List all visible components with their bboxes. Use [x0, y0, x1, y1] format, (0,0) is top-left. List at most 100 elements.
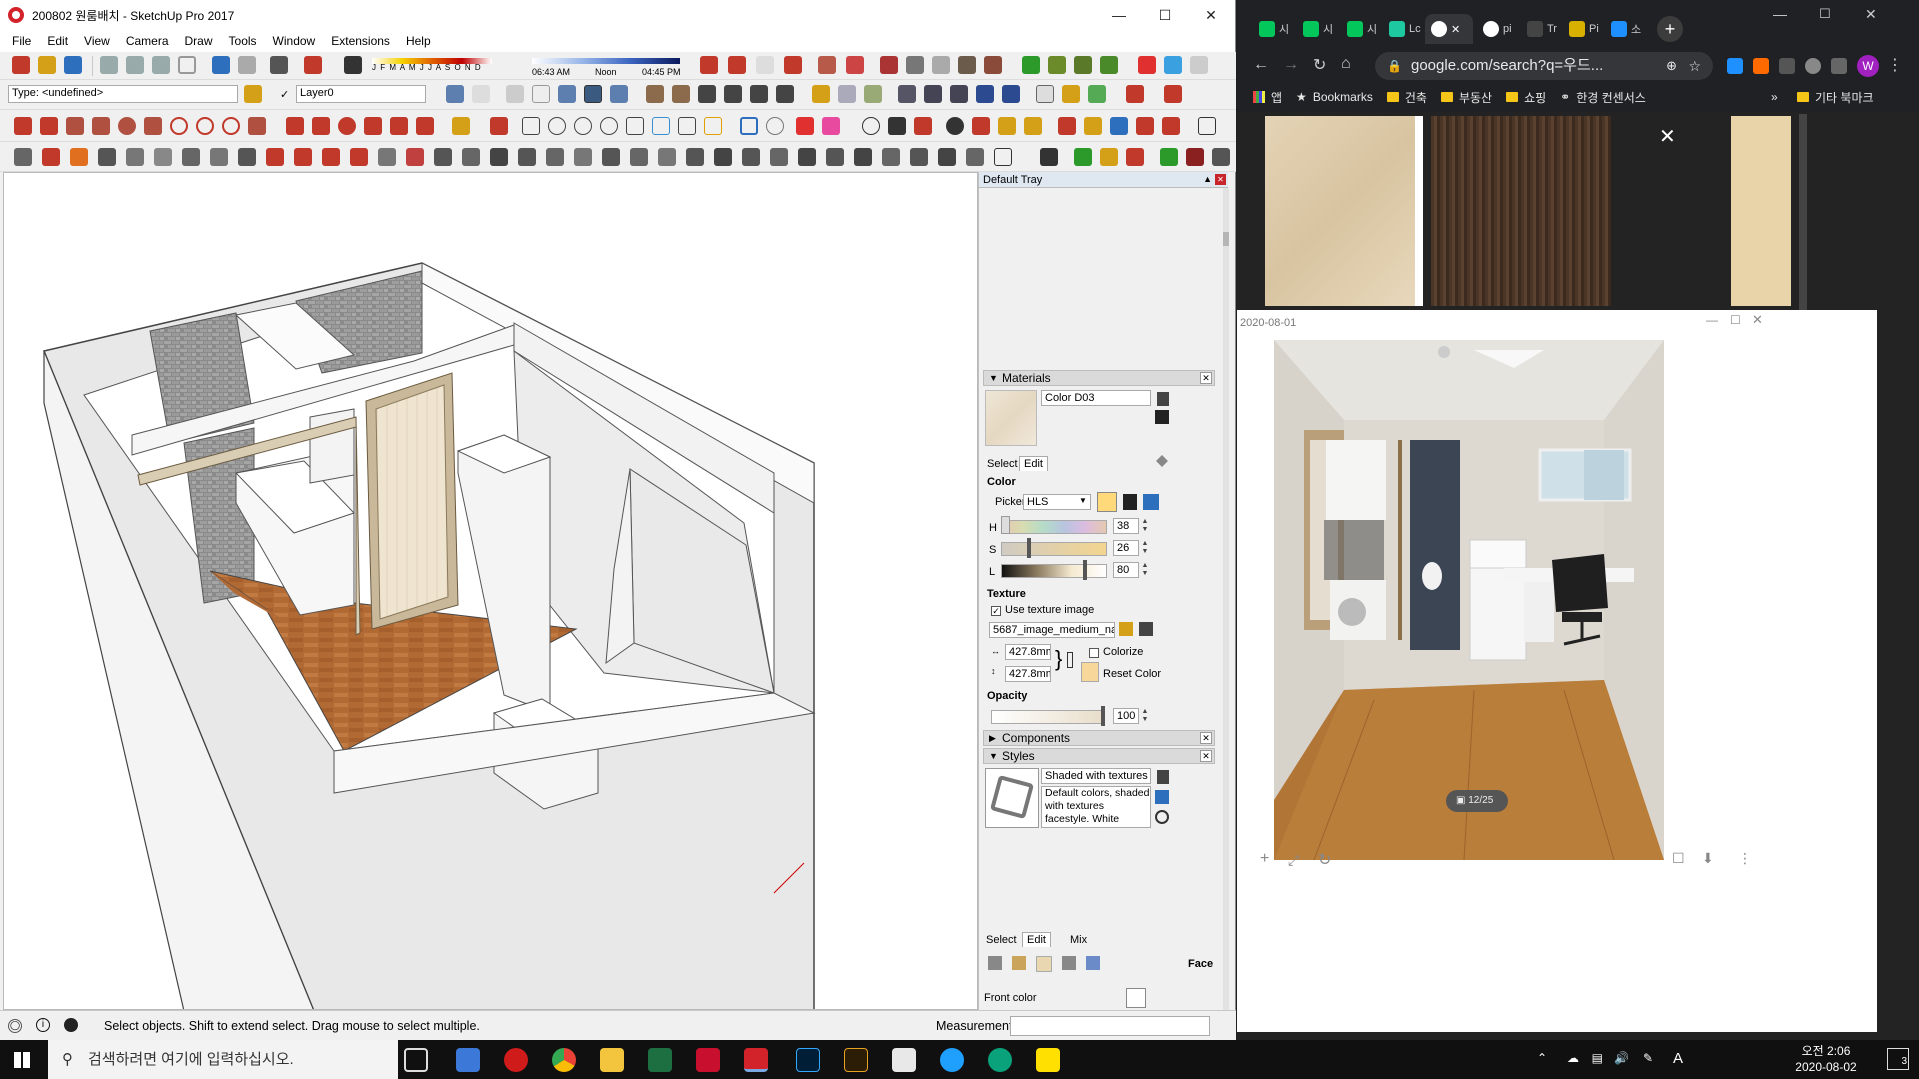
erase-icon[interactable] — [178, 56, 196, 74]
viewer-close-button[interactable]: ✕ — [1752, 312, 1763, 328]
s-spinner[interactable]: ▲ ▼ — [1139, 540, 1151, 556]
warehouse-icon[interactable] — [1022, 56, 1040, 74]
menu-file[interactable]: File — [4, 34, 39, 48]
style-name-field[interactable]: Shaded with textures — [1041, 768, 1151, 784]
next-arrow-icon[interactable] — [1198, 117, 1216, 135]
style-builder-icon[interactable] — [1164, 56, 1182, 74]
section-display-icon[interactable] — [728, 56, 746, 74]
photoshop-icon[interactable] — [796, 1048, 820, 1072]
h-value-field[interactable]: 38 — [1113, 518, 1139, 534]
tab-4[interactable]: Lc — [1383, 14, 1423, 44]
plugin-tool-37-icon[interactable] — [1040, 148, 1058, 166]
section-plane-icon[interactable] — [700, 56, 718, 74]
menu-edit[interactable]: Edit — [39, 34, 76, 48]
plugin-tool-10-icon[interactable] — [266, 148, 284, 166]
share-model-icon[interactable] — [1048, 56, 1066, 74]
freehand-tool-icon[interactable] — [40, 117, 58, 135]
measurements-input[interactable] — [1010, 1016, 1210, 1036]
texture-file-field[interactable]: 5687_image_medium_name_20 — [989, 622, 1115, 638]
redo-icon[interactable] — [238, 56, 256, 74]
plugin-tool-20-icon[interactable] — [546, 148, 564, 166]
paint-bucket-icon[interactable] — [822, 117, 840, 135]
tab-1[interactable]: 시 — [1253, 14, 1293, 44]
plugin-tool-7-icon[interactable] — [182, 148, 200, 166]
use-texture-checkbox[interactable]: ✓ — [991, 606, 1001, 616]
plugin-tool-41-icon[interactable] — [1160, 148, 1178, 166]
app-green-icon[interactable] — [988, 1048, 1012, 1072]
chrome-minimize-button[interactable]: — — [1773, 6, 1787, 22]
shaded-icon[interactable] — [558, 85, 576, 103]
follow-me-icon[interactable] — [364, 117, 382, 135]
match-screen-color-icon[interactable] — [1143, 494, 1159, 510]
display-secondary-icon[interactable] — [1155, 410, 1169, 424]
plugin-tool-4-icon[interactable] — [98, 148, 116, 166]
modeling-settings-icon[interactable] — [1086, 956, 1100, 970]
pin-icon[interactable]: ▲ — [1203, 174, 1212, 184]
rectangle-tool-icon[interactable] — [66, 117, 84, 135]
select-fence-icon[interactable] — [740, 117, 758, 135]
polygon-tool-icon[interactable] — [144, 117, 162, 135]
previous-view-icon[interactable] — [1084, 117, 1102, 135]
bookmarks-overflow-icon[interactable]: » — [1771, 90, 1778, 104]
lightness-slider[interactable] — [1001, 564, 1107, 578]
bookmark-bookmarks[interactable]: ★ Bookmarks — [1296, 90, 1373, 104]
materials-tab-edit[interactable]: Edit — [1019, 456, 1048, 471]
reset-color-label[interactable]: Reset Color — [1103, 668, 1161, 680]
save-icon[interactable] — [64, 56, 82, 74]
viewer-download-icon[interactable]: ⬇ — [1702, 850, 1714, 867]
create-material-icon[interactable] — [1157, 392, 1169, 406]
extension-4-icon[interactable] — [1805, 58, 1821, 74]
edge-settings-icon[interactable] — [988, 956, 1002, 970]
forward-icon[interactable]: → — [1283, 56, 1299, 74]
plugin-tool-6-icon[interactable] — [154, 148, 172, 166]
tape-measure-icon[interactable] — [452, 117, 470, 135]
move-tool-icon[interactable] — [286, 117, 304, 135]
close-button[interactable]: ✕ — [1188, 0, 1234, 30]
watermark-settings-icon[interactable] — [1062, 956, 1076, 970]
cut-icon[interactable] — [100, 56, 118, 74]
network-icon[interactable]: ▤ — [1592, 1051, 1603, 1065]
user-icon[interactable] — [64, 1018, 78, 1032]
hue-slider[interactable] — [1001, 520, 1107, 534]
plugin-tool-31-icon[interactable] — [854, 148, 872, 166]
extension-3-icon[interactable] — [1779, 58, 1795, 74]
plugin-tool-16-icon[interactable] — [434, 148, 452, 166]
geo-icon[interactable]: ◯ — [8, 1019, 22, 1033]
create-style-icon[interactable] — [1157, 770, 1169, 784]
sketchup-taskbar-icon[interactable] — [744, 1048, 768, 1072]
plugin-tool-24-icon[interactable] — [658, 148, 676, 166]
interact-icon[interactable] — [1164, 85, 1182, 103]
offset-tool-icon[interactable] — [416, 117, 434, 135]
tab-active[interactable]: ✕ — [1425, 14, 1473, 44]
address-bar[interactable]: 🔒 google.com/search?q=우드... ⊕ ☆ — [1375, 52, 1713, 80]
task-view-icon[interactable] — [404, 1048, 428, 1072]
home-icon[interactable]: ⌂ — [1341, 55, 1351, 73]
l-spinner[interactable]: ▲ ▼ — [1139, 562, 1151, 578]
arc-tool-icon[interactable] — [170, 117, 188, 135]
lightness-slider-thumb[interactable] — [1083, 560, 1087, 580]
solid-union-icon[interactable] — [898, 85, 916, 103]
time-slider[interactable] — [532, 58, 680, 64]
maximize-button[interactable]: ☐ — [1142, 0, 1188, 30]
plugin-tool-21-icon[interactable] — [574, 148, 592, 166]
menu-extensions[interactable]: Extensions — [323, 34, 398, 48]
zoom-icon[interactable] — [1110, 117, 1128, 135]
entity-info-icon[interactable] — [244, 85, 262, 103]
menu-tools[interactable]: Tools — [221, 34, 265, 48]
hue-slider-thumb[interactable] — [1001, 516, 1010, 534]
back-edges-icon[interactable] — [472, 85, 490, 103]
plugin-tool-36-icon[interactable] — [994, 148, 1012, 166]
wireframe-icon[interactable] — [506, 85, 524, 103]
outer-shell-icon[interactable] — [1036, 85, 1054, 103]
layout-icon[interactable] — [1138, 56, 1156, 74]
bookmark-shopping[interactable]: 쇼핑 — [1506, 89, 1546, 106]
plugin-tool-29-icon[interactable] — [798, 148, 816, 166]
styles-tab-mix[interactable]: Mix — [1070, 934, 1087, 946]
components-panel-header[interactable]: ▶ Components ✕ — [983, 730, 1215, 746]
look-around-icon[interactable] — [972, 117, 990, 135]
viewer-minimize-button[interactable]: — — [1706, 313, 1718, 327]
credits-icon[interactable]: i — [36, 1018, 50, 1032]
paste-icon[interactable] — [152, 56, 170, 74]
menu-camera[interactable]: Camera — [118, 34, 177, 48]
plugin-tool-2-icon[interactable] — [42, 148, 60, 166]
